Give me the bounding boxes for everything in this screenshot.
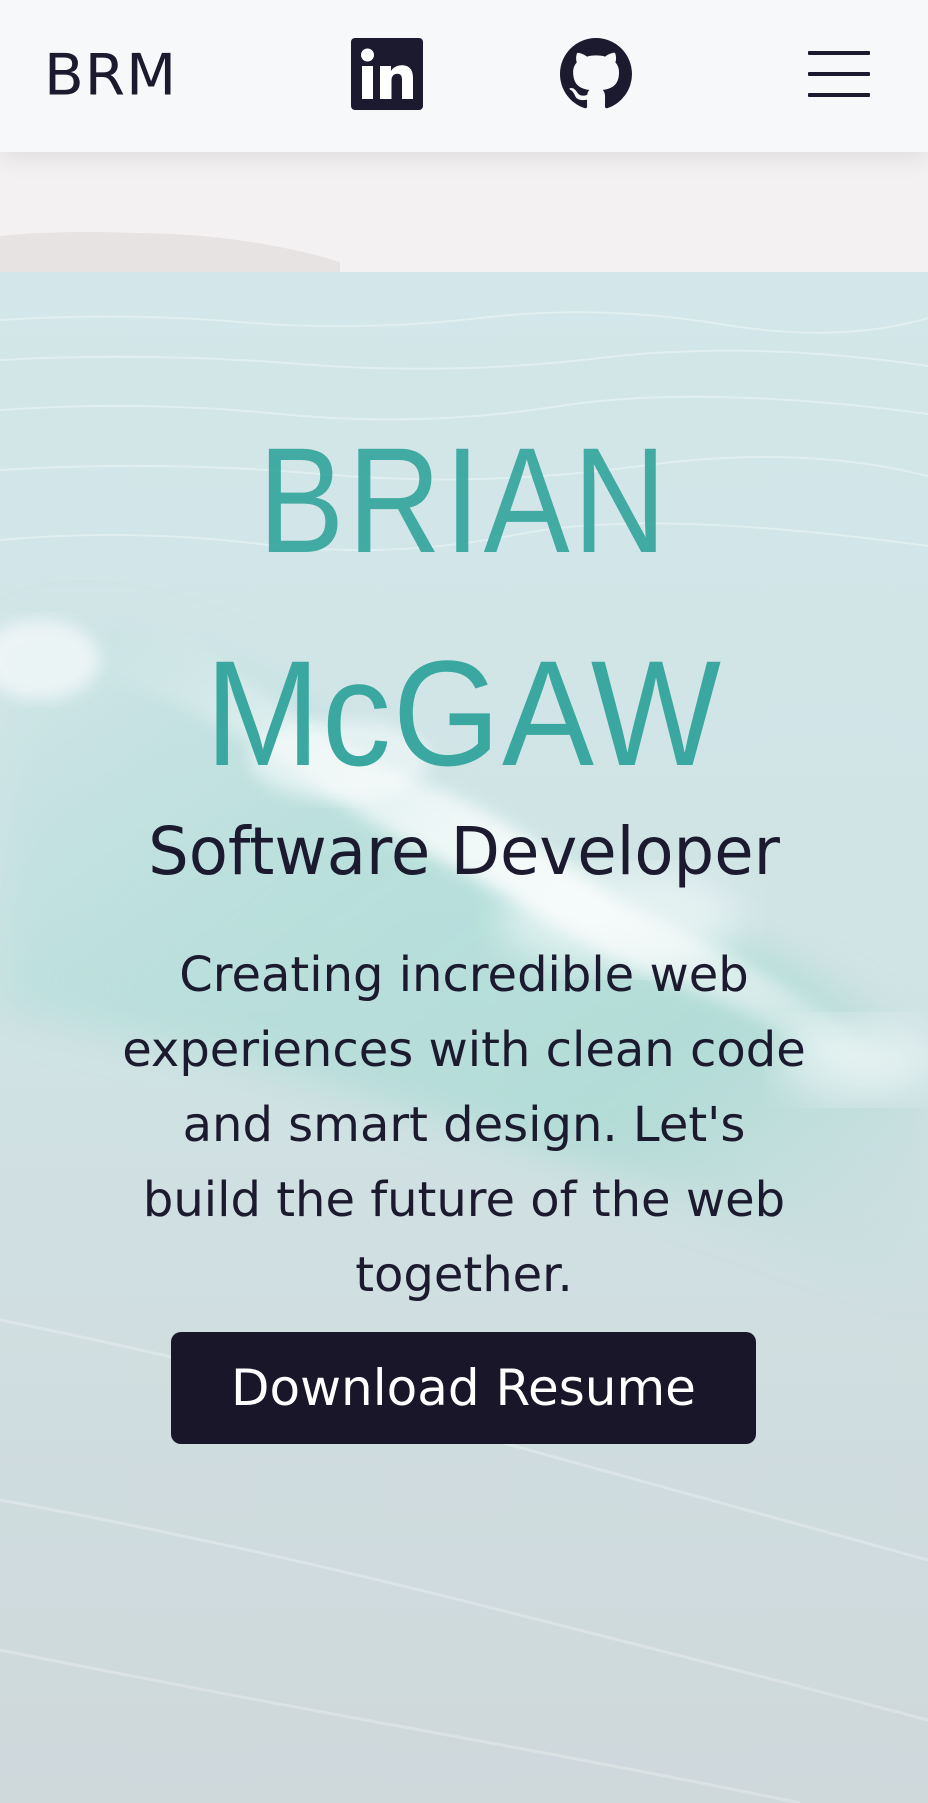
- hero-first-name: BRIAN: [258, 416, 670, 584]
- hamburger-line: [808, 72, 870, 76]
- hamburger-menu-icon: [808, 51, 870, 55]
- hero-tagline: Creating incredible web experiences with…: [122, 947, 806, 1303]
- linkedin-icon: [351, 38, 423, 110]
- hero-last-name: McGAW: [205, 629, 723, 797]
- hero-background-image: [0, 0, 928, 1803]
- hamburger-menu-button[interactable]: [808, 51, 870, 97]
- github-link[interactable]: [560, 38, 632, 110]
- brand-logo[interactable]: BRM: [44, 41, 177, 110]
- linkedin-link[interactable]: [351, 38, 423, 110]
- hero-subtitle: Software Developer: [148, 813, 780, 890]
- navbar: BRM: [0, 0, 928, 152]
- hamburger-line: [808, 93, 870, 97]
- download-resume-button[interactable]: Download Resume: [171, 1332, 756, 1444]
- github-icon: [560, 38, 632, 109]
